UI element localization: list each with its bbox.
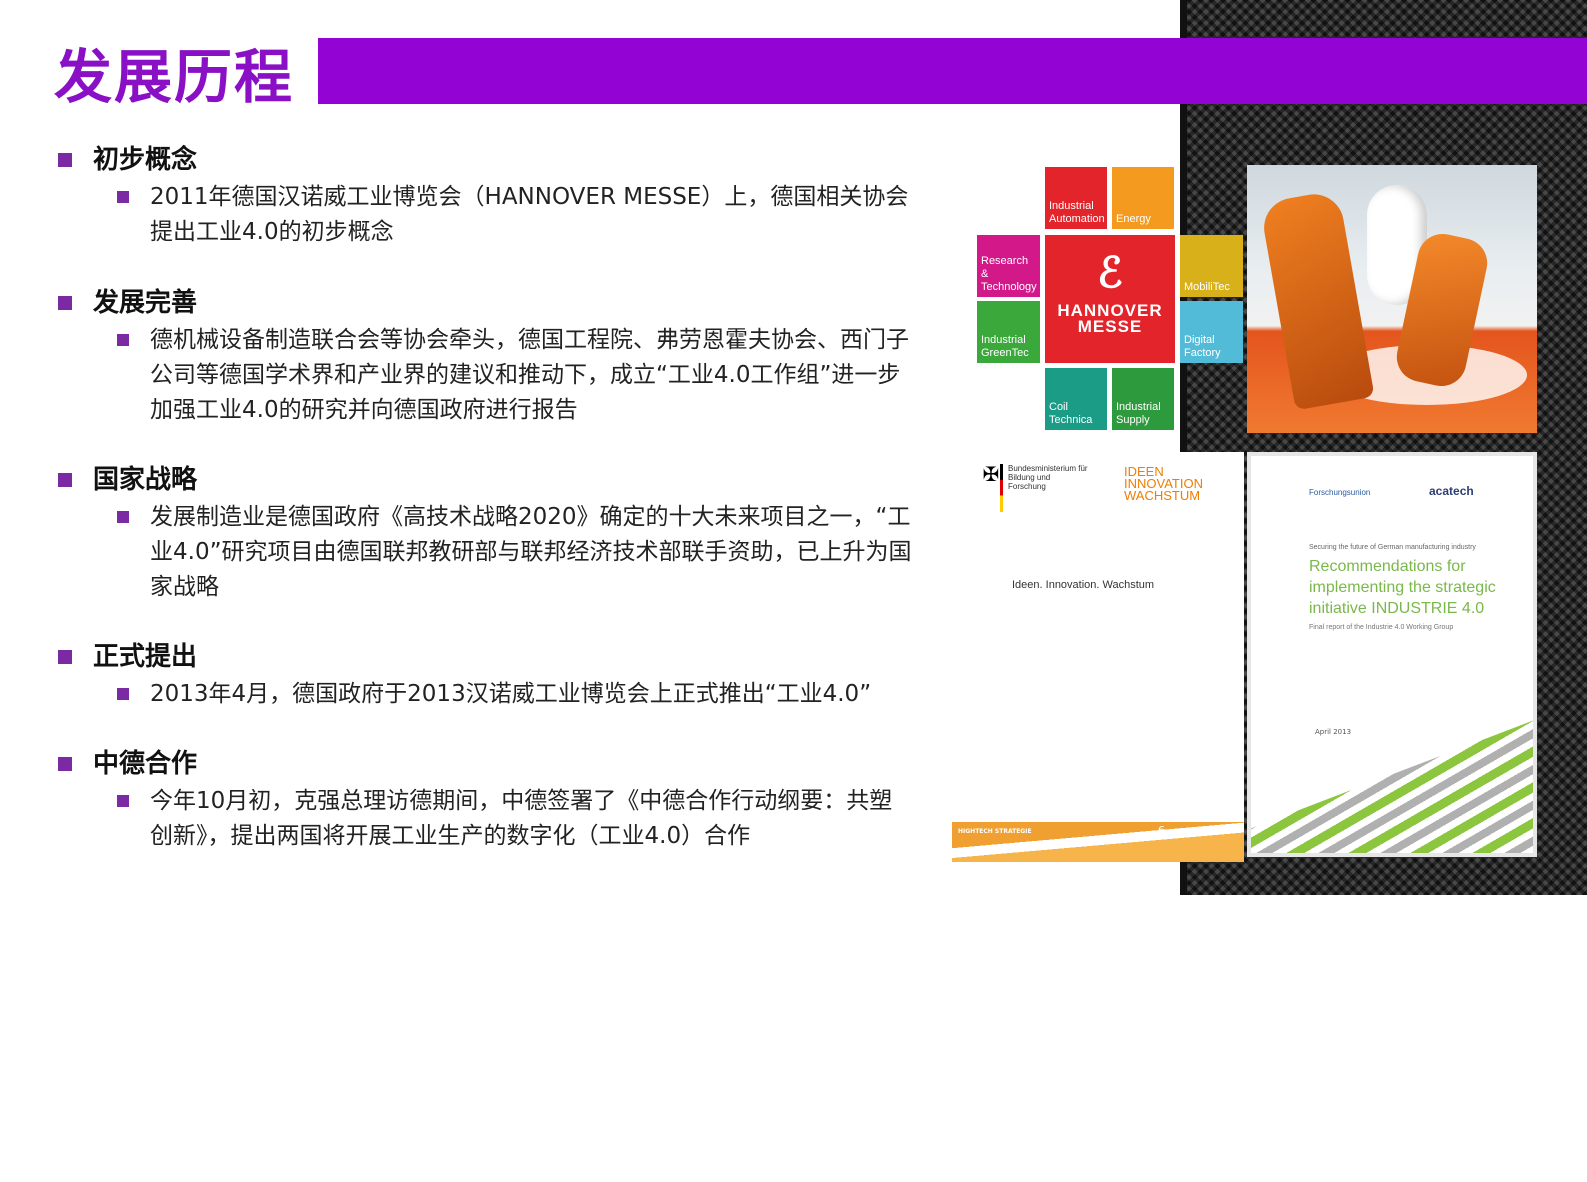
- section-heading: 正式提出: [93, 642, 198, 672]
- title-accent-bar: [318, 38, 1587, 104]
- acatech-logo: acatech: [1429, 484, 1474, 498]
- section-initial-concept: 初步概念 2011年德国汉诺威工业博览会（HANNOVER MESSE）上，德国…: [55, 140, 915, 250]
- page-number: 6: [1158, 824, 1165, 837]
- square-bullet-icon: [117, 688, 129, 700]
- page-title: 发展历程: [54, 43, 295, 111]
- section-national-strategy: 国家战略 发展制造业是德国政府《高技术战略2020》确定的十大未来项目之一，“工…: [55, 460, 915, 605]
- square-bullet-icon: [58, 757, 72, 771]
- report-headline: Recommendations for implementing the str…: [1309, 558, 1496, 617]
- hannover-messe-logo: ℰ HANNOVER MESSE: [1045, 235, 1175, 363]
- square-bullet-icon: [58, 650, 72, 664]
- report-date: April 2013: [1313, 728, 1354, 736]
- section-text: 2013年4月，德国政府于2013汉诺威工业博览会上正式推出“工业4.0”: [150, 681, 872, 707]
- industrie40-report-cover: Forschungsunion acatech Securing the fut…: [1247, 452, 1537, 857]
- section-development: 发展完善 德机械设备制造联合会等协会牵头，德国工程院、弗劳恩霍夫协会、西门子公司…: [55, 283, 915, 428]
- section-text: 今年10月初，克强总理访德期间，中德签署了《中德合作行动纲要：共塑创新》，提出两…: [150, 788, 893, 849]
- section-heading: 初步概念: [93, 145, 198, 175]
- square-bullet-icon: [117, 511, 129, 523]
- tile-industrial-greentec: Industrial GreenTec: [977, 301, 1040, 363]
- striped-graphic: [1251, 706, 1533, 853]
- tile-industrial-supply: Industrial Supply: [1112, 368, 1174, 430]
- report-kicker: Securing the future of German manufactur…: [1309, 544, 1476, 551]
- band-label: HIGHTECH STRATEGIE: [958, 828, 1032, 835]
- tile-research-technology: Research & Technology: [977, 235, 1040, 297]
- section-heading: 中德合作: [93, 749, 198, 779]
- industrial-robot-photo: [1247, 165, 1537, 433]
- square-bullet-icon: [58, 296, 72, 310]
- square-bullet-icon: [117, 191, 129, 203]
- square-bullet-icon: [117, 795, 129, 807]
- cover-title: Ideen. Innovation. Wachstum: [1012, 579, 1155, 591]
- tile-mobilitec: MobiliTec: [1180, 235, 1243, 297]
- tile-digital-factory: Digital Factory: [1180, 301, 1243, 363]
- section-heading: 发展完善: [93, 288, 198, 318]
- section-text: 2011年德国汉诺威工业博览会（HANNOVER MESSE）上，德国相关协会提…: [150, 184, 909, 245]
- german-flag-stripe: [1000, 464, 1003, 512]
- square-bullet-icon: [117, 334, 129, 346]
- hermes-head-icon: ℰ: [1097, 249, 1123, 296]
- section-text: 发展制造业是德国政府《高技术战略2020》确定的十大未来项目之一，“工业4.0”…: [150, 504, 912, 600]
- hightech-strategy-cover: ✠ Bundesministerium für Bildung und Fors…: [952, 452, 1244, 862]
- section-sino-german-cooperation: 中德合作 今年10月初，克强总理访德期间，中德签署了《中德合作行动纲要：共塑创新…: [55, 744, 915, 854]
- section-heading: 国家战略: [93, 465, 198, 495]
- report-subline: Final report of the Industrie 4.0 Workin…: [1309, 624, 1454, 631]
- tile-industrial-automation: Industrial Automation: [1045, 167, 1107, 229]
- ministry-name: Bundesministerium für Bildung und Forsch…: [1008, 464, 1088, 491]
- ideen-logo: IDEEN INNOVATION WACHSTUM: [1124, 464, 1203, 503]
- hannover-messe-logo-grid: Industrial Automation Energy Research & …: [977, 165, 1247, 435]
- square-bullet-icon: [58, 473, 72, 487]
- section-official-launch: 正式提出 2013年4月，德国政府于2013汉诺威工业博览会上正式推出“工业4.…: [55, 637, 915, 712]
- tile-coil-technica: Coil Technica: [1045, 368, 1107, 430]
- square-bullet-icon: [58, 153, 72, 167]
- tile-energy: Energy: [1112, 167, 1174, 229]
- forschungsunion-logo: Forschungsunion: [1309, 488, 1371, 497]
- section-text: 德机械设备制造联合会等协会牵头，德国工程院、弗劳恩霍夫协会、西门子公司等德国学术…: [150, 327, 909, 423]
